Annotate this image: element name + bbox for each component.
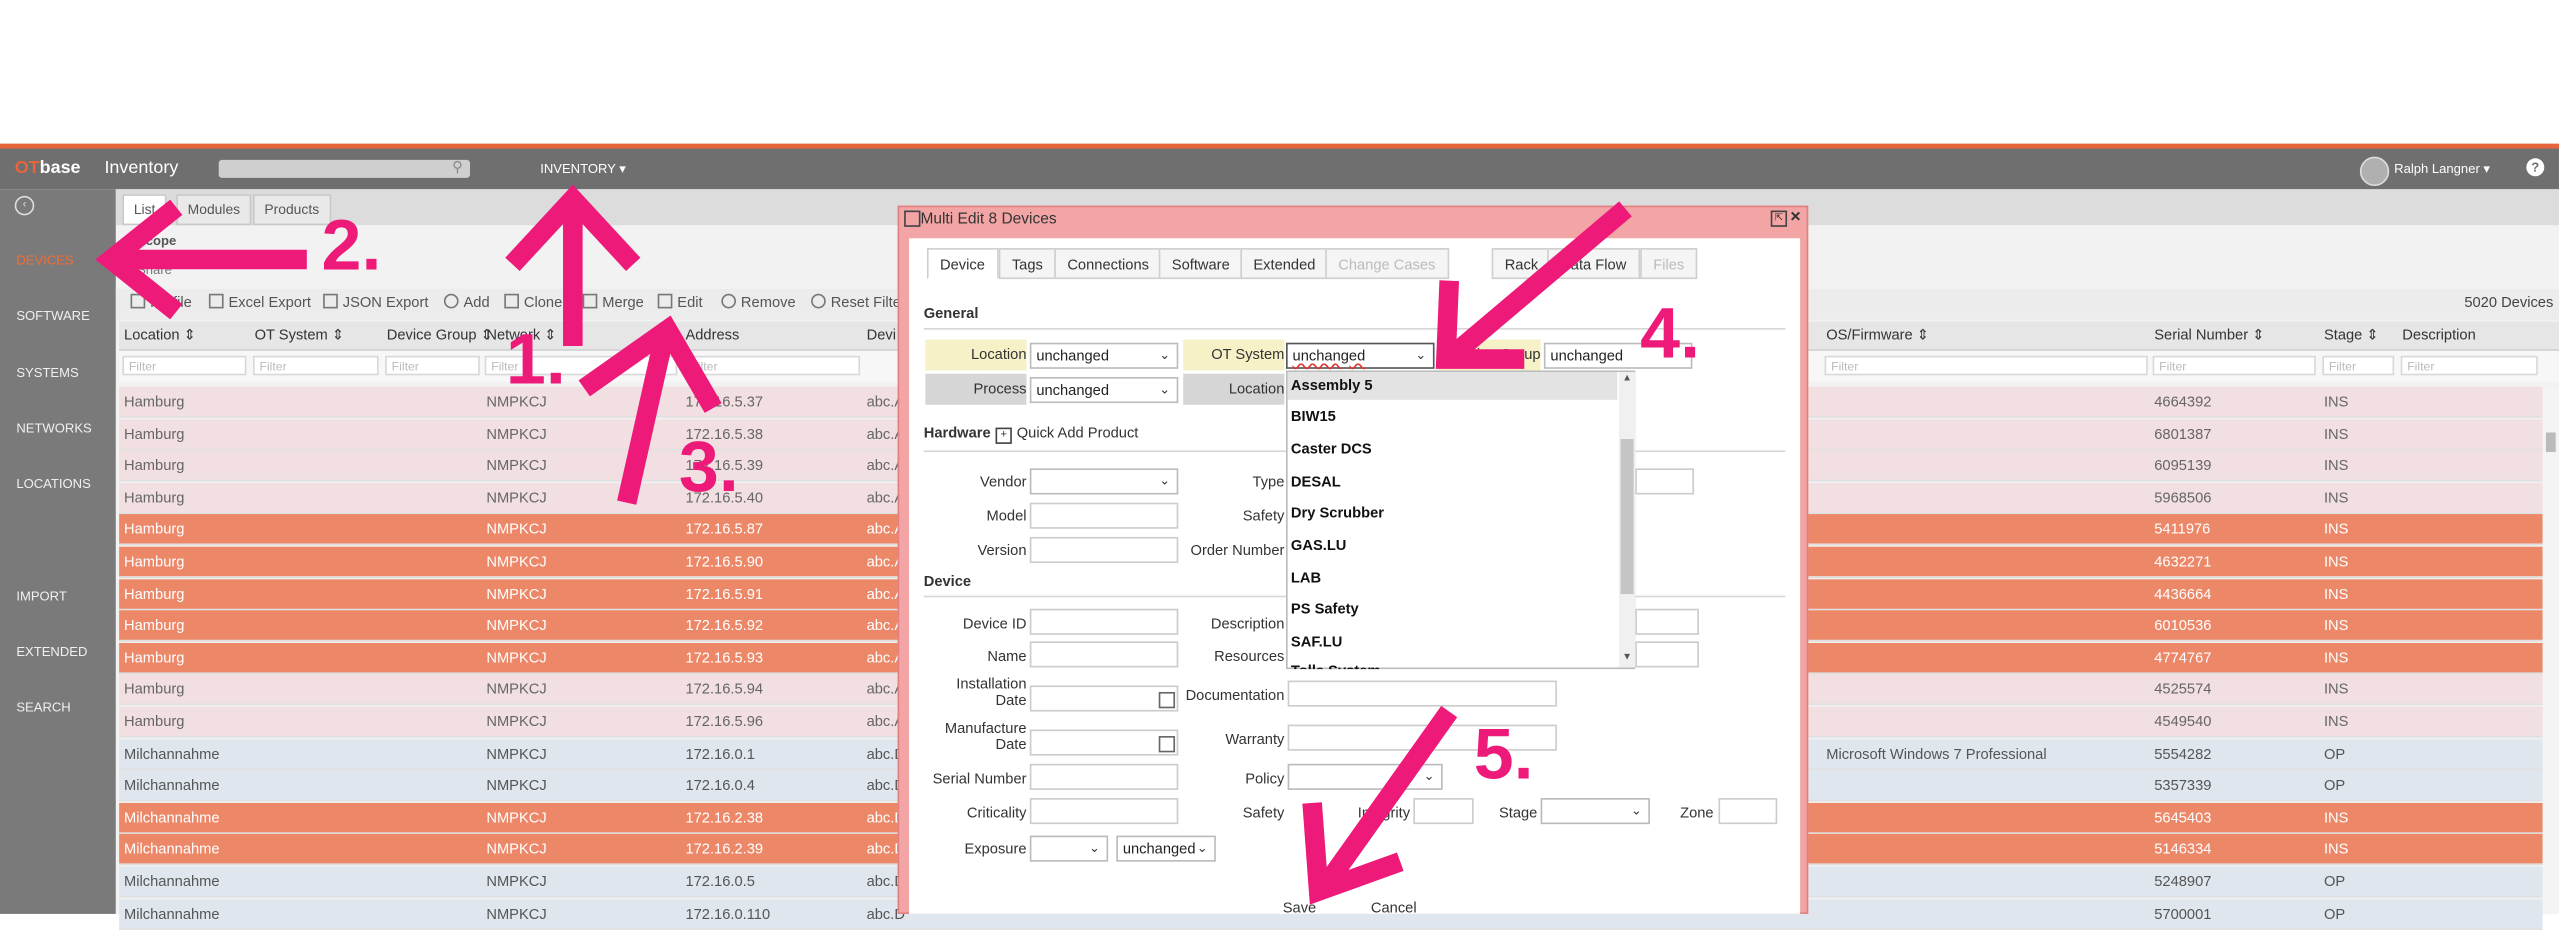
annotation-label-2: 2. bbox=[321, 205, 382, 286]
tutorial-annotations bbox=[95, 184, 1632, 905]
annotation-arrow-4 bbox=[1449, 201, 1632, 360]
annotation-label-4: 4. bbox=[1640, 293, 1701, 374]
annotation-label-3: 3. bbox=[678, 427, 739, 508]
annotation-label-1: 1. bbox=[505, 319, 566, 400]
annotation-label-5: 5. bbox=[1473, 714, 1534, 795]
